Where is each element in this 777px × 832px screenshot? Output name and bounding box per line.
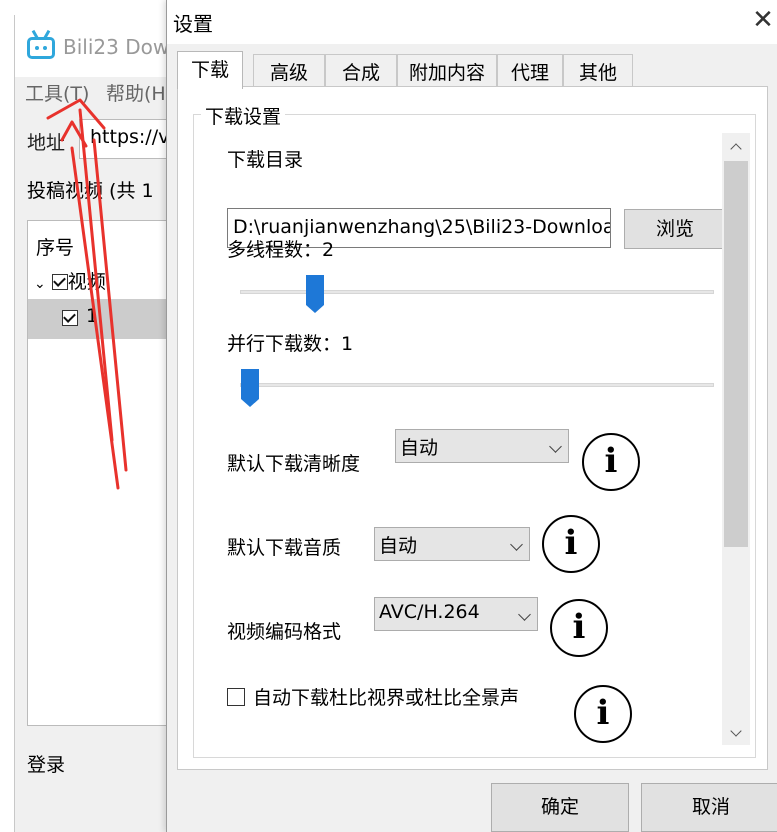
quality-info-icon[interactable]: i (582, 433, 640, 491)
main-titlebar: Bili23 Dow (15, 15, 175, 85)
audio-info-icon[interactable]: i (542, 515, 600, 573)
codec-label: 视频编码格式 (227, 621, 342, 643)
browse-button[interactable]: 浏览 (624, 209, 726, 249)
parallel-label: 并行下载数：1 (227, 333, 354, 355)
column-header-index[interactable]: 序号 (36, 233, 74, 260)
chevron-down-icon[interactable]: ⌄ (34, 276, 46, 292)
audio-select[interactable]: 自动 (374, 527, 530, 561)
parallel-slider-track[interactable] (240, 383, 714, 387)
scroll-up-icon[interactable] (730, 143, 742, 155)
address-input[interactable]: https://v (79, 119, 179, 159)
main-window: Bili23 Dow 工具(T) 帮助(H 地址 https://v 投稿视频 … (14, 15, 179, 832)
download-settings-page: 下载设置 下载目录 D:\ruanjianwenzhang\25\Bili23-… (177, 86, 768, 770)
close-icon[interactable]: ✕ (751, 6, 775, 34)
tree-checkbox-videos[interactable] (51, 274, 68, 290)
threads-slider-thumb[interactable] (306, 275, 324, 313)
codec-info-icon[interactable]: i (550, 599, 608, 657)
codec-select-value: AVC/H.264 (379, 601, 480, 623)
tab-other[interactable]: 其他 (563, 54, 633, 88)
tree-checkbox-1[interactable] (62, 310, 78, 326)
chevron-down-icon (549, 440, 562, 453)
chevron-down-icon (510, 538, 523, 551)
parallel-slider-thumb[interactable] (241, 369, 259, 407)
quality-select[interactable]: 自动 (395, 429, 569, 463)
video-list[interactable]: 序号 ⌄ 视频 1 (27, 220, 176, 726)
scroll-down-icon[interactable] (730, 725, 742, 737)
scrollbar-thumb[interactable] (724, 161, 748, 547)
codec-select[interactable]: AVC/H.264 (374, 597, 538, 631)
tree-item-videos[interactable]: ⌄ 视频 (34, 267, 106, 294)
address-label: 地址 (27, 132, 66, 154)
audio-label: 默认下载音质 (227, 537, 342, 559)
quality-select-value: 自动 (400, 437, 439, 459)
login-link[interactable]: 登录 (27, 750, 65, 777)
tab-download[interactable]: 下载 (177, 51, 243, 89)
app-title: Bili23 Dow (63, 35, 170, 59)
tab-proxy[interactable]: 代理 (497, 54, 563, 88)
dolby-label: 自动下载杜比视界或杜比全景声 (253, 687, 520, 709)
chevron-down-icon (518, 608, 531, 621)
dialog-title: 设置 (173, 12, 213, 36)
tab-advanced[interactable]: 高级 (253, 54, 325, 88)
ok-button[interactable]: 确定 (491, 783, 629, 832)
tab-merge[interactable]: 合成 (325, 54, 397, 88)
tab-extra-content[interactable]: 附加内容 (397, 54, 497, 88)
dolby-info-icon[interactable]: i (574, 685, 632, 743)
cancel-button[interactable]: 取消 (641, 783, 777, 832)
tree-item-label: 1 (86, 305, 99, 327)
settings-dialog: 设置 ✕ 下载 高级 合成 附加内容 代理 其他 下载设置 下载目录 D:\ru… (166, 0, 777, 832)
download-dir-label: 下载目录 (227, 149, 304, 171)
menu-tools[interactable]: 工具(T) (25, 79, 89, 106)
threads-label: 多线程数：2 (227, 239, 335, 261)
dolby-checkbox-row[interactable]: 自动下载杜比视界或杜比全景声 (227, 683, 519, 710)
quality-label: 默认下载清晰度 (227, 453, 361, 475)
download-settings-group: 下载设置 下载目录 D:\ruanjianwenzhang\25\Bili23-… (193, 102, 756, 758)
dolby-checkbox[interactable] (227, 688, 245, 706)
bilibili-logo-icon (27, 37, 55, 59)
menu-help[interactable]: 帮助(H (106, 79, 166, 106)
audio-select-value: 自动 (379, 535, 418, 557)
tree-item-label: 视频 (67, 271, 106, 293)
video-count-label: 投稿视频 (共 1 (27, 180, 154, 202)
tree-item-1[interactable]: 1 (28, 299, 176, 339)
group-title: 下载设置 (201, 102, 286, 129)
settings-scrollbar[interactable] (722, 133, 750, 745)
dialog-titlebar: 设置 ✕ (167, 0, 777, 44)
